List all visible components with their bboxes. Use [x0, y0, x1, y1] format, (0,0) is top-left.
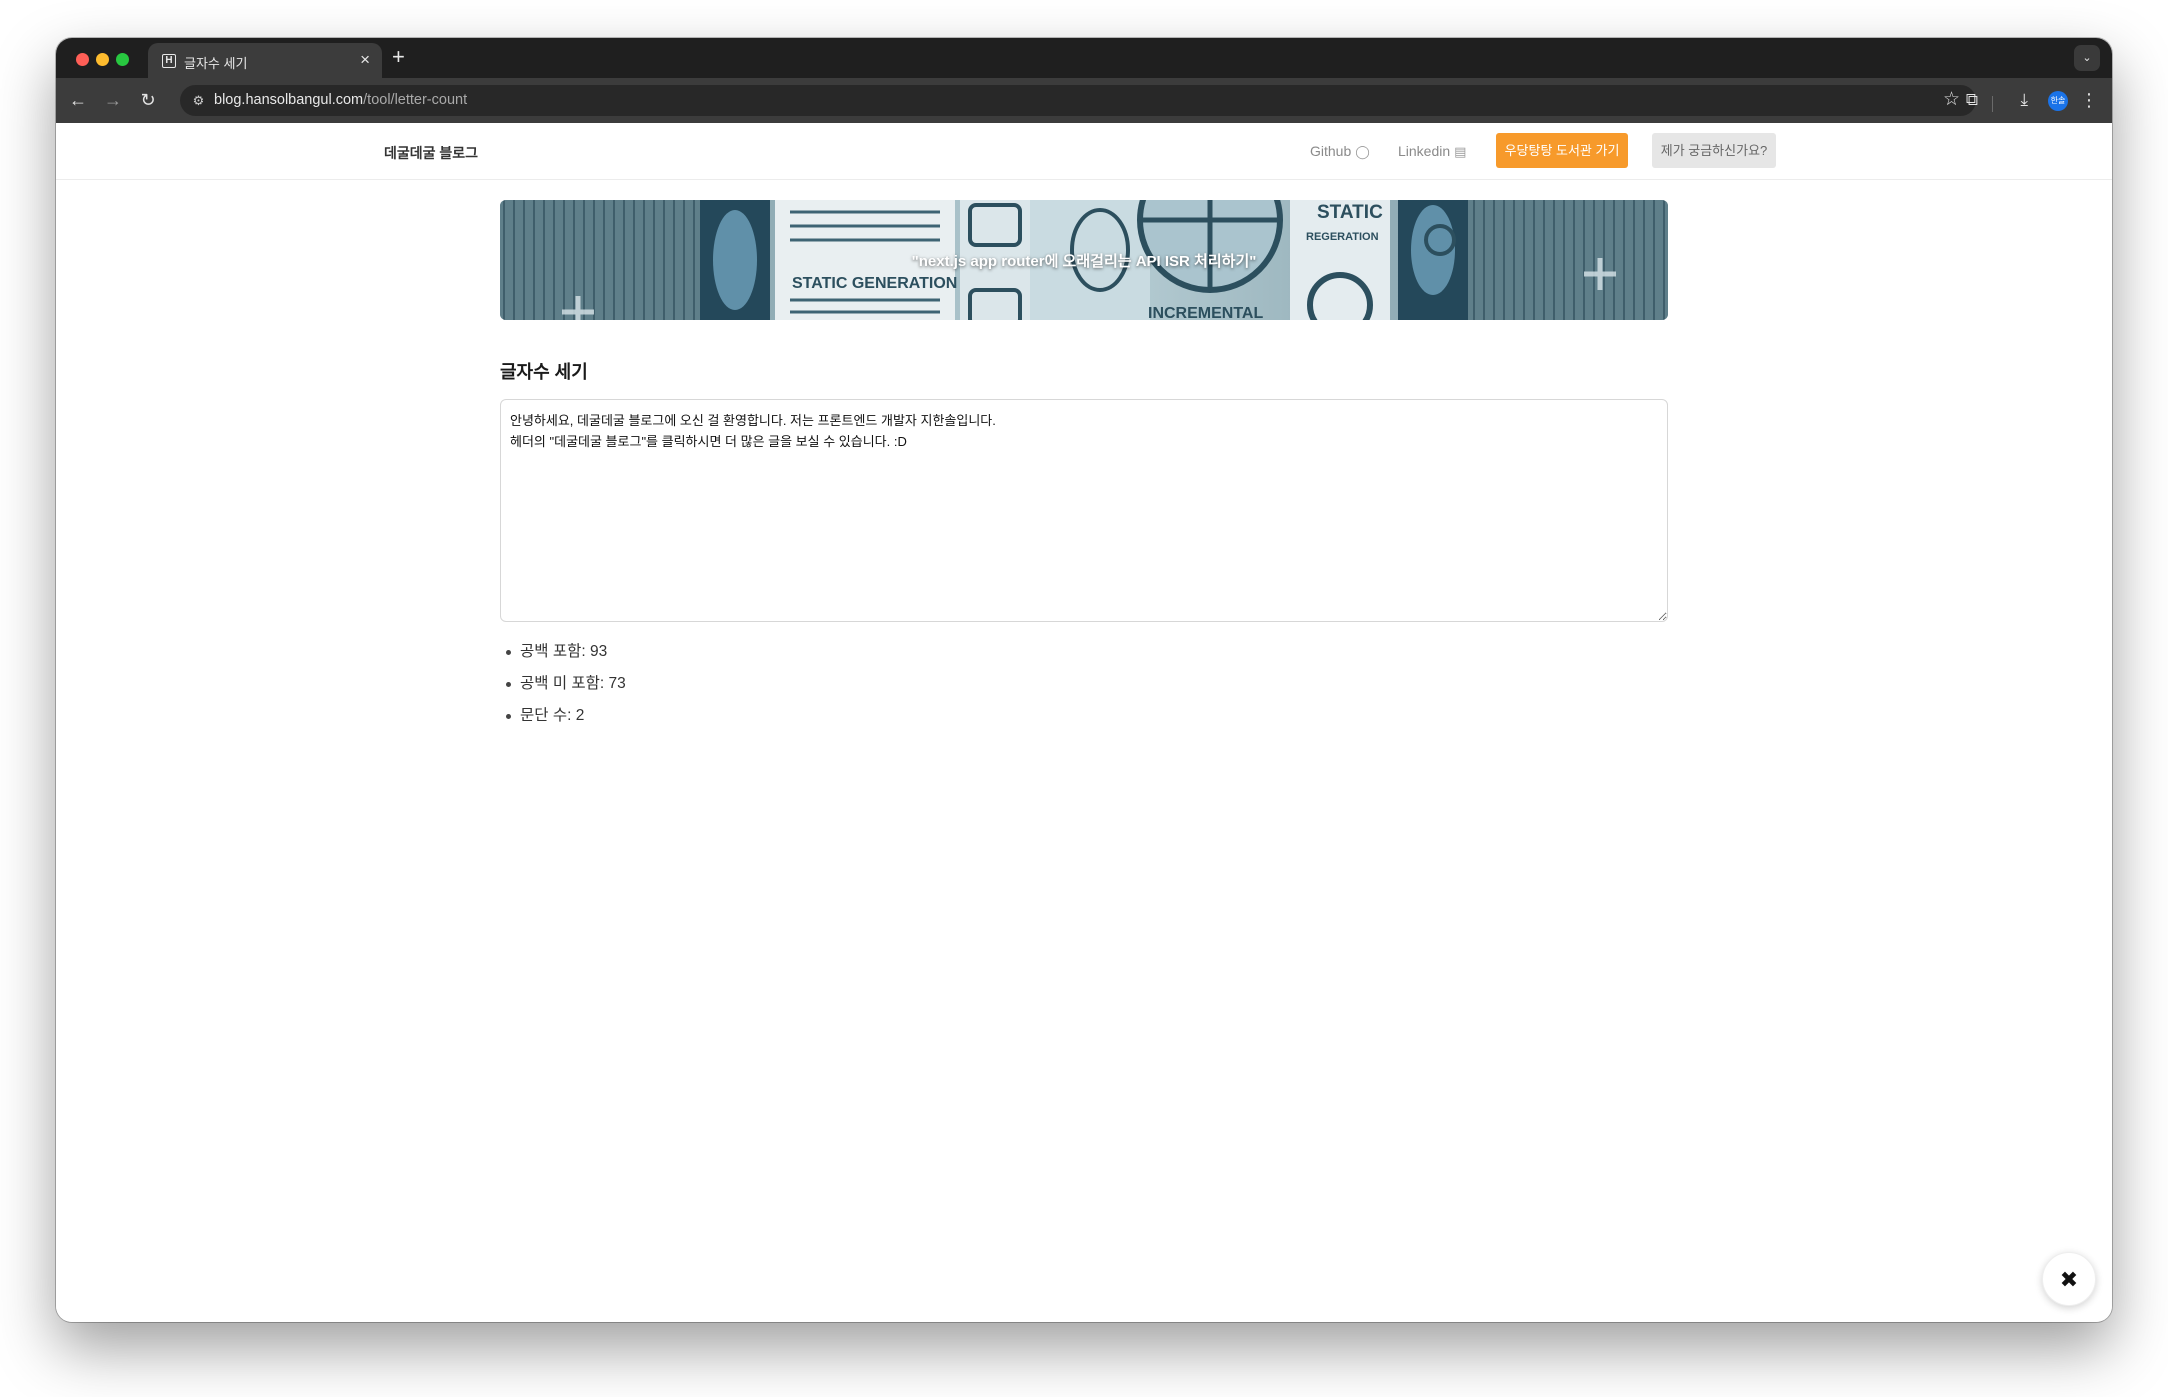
post-banner[interactable]: STATIC GENERATION STATIC REGERATION INCR…	[500, 200, 1668, 320]
forward-icon[interactable]: →	[101, 88, 125, 112]
tab-title: 글자수 세기	[184, 56, 248, 71]
menu-icon[interactable]: ⋮	[2080, 89, 2098, 111]
tab-search-icon[interactable]: ⌄	[2074, 45, 2100, 71]
new-tab-button[interactable]: +	[392, 46, 405, 68]
bookmark-star-icon[interactable]: ☆	[1943, 89, 1960, 111]
browser-window: H 글자수 세기 × + ⌄ ← → ↻ ⚙ blog.hansolbangul…	[56, 38, 2112, 1322]
reload-icon[interactable]: ↻	[136, 88, 160, 112]
tab-strip: H 글자수 세기 × + ⌄	[56, 38, 2112, 78]
banner-text-static-generation: STATIC GENERATION	[792, 275, 957, 292]
linkedin-link[interactable]: Linkedin ▤	[1398, 143, 1466, 160]
tools-icon[interactable]: ✖	[2042, 1252, 2096, 1306]
library-button[interactable]: 우당탕탕 도서관 가기	[1496, 133, 1628, 168]
blog-title-link[interactable]: 데굴데굴 블로그	[384, 143, 478, 163]
linkedin-label: Linkedin	[1398, 143, 1451, 159]
profile-avatar[interactable]: 한솔	[2048, 91, 2068, 111]
url-host: blog.hansolbangul.com	[214, 92, 364, 108]
github-label: Github	[1310, 143, 1352, 159]
address-bar[interactable]: ⚙ blog.hansolbangul.com/tool/letter-coun…	[180, 85, 1976, 116]
site-info-icon[interactable]: ⚙	[190, 92, 207, 109]
page-content: 데굴데굴 블로그 Github ◯ Linkedin ▤ 우당탕탕 도서관 가기 제…	[56, 123, 2112, 1322]
minimize-window-button[interactable]	[96, 53, 109, 66]
stat-paragraphs: 문단 수: 2	[500, 705, 626, 737]
browser-tab[interactable]: H 글자수 세기 ×	[148, 43, 382, 78]
toolbar-divider	[1992, 96, 1993, 112]
site-header: 데굴데굴 블로그 Github ◯ Linkedin ▤ 우당탕탕 도서관 가기 제…	[56, 123, 2112, 180]
linkedin-icon: ▤	[1454, 144, 1467, 159]
banner-text-static: STATIC	[1317, 202, 1383, 223]
github-link[interactable]: Github ◯	[1310, 143, 1370, 160]
question-button[interactable]: 제가 궁금하신가요?	[1652, 133, 1776, 168]
tool-title: 글자수 세기	[500, 362, 588, 382]
download-icon[interactable]: ⤓	[2020, 89, 2028, 111]
url-path: /tool/letter-count	[363, 92, 468, 108]
extensions-icon[interactable]: ⧉	[1966, 89, 1978, 111]
stat-without-spaces: 공백 미 포함: 73	[500, 673, 626, 705]
browser-toolbar: ← → ↻ ⚙ blog.hansolbangul.com/tool/lette…	[56, 78, 2112, 123]
github-icon: ◯	[1355, 144, 1370, 159]
favicon-icon: H	[162, 54, 176, 68]
banner-caption: "next.js app router에 오래걸리는 API ISR 처리하기"	[911, 253, 1257, 270]
banner-text-incremental: INCREMENTAL	[1148, 305, 1263, 320]
stat-with-spaces: 공백 포함: 93	[500, 641, 626, 673]
url-text: blog.hansolbangul.com/tool/letter-count	[214, 92, 467, 108]
stats-list: 공백 포함: 93 공백 미 포함: 73 문단 수: 2	[500, 641, 626, 737]
close-tab-icon[interactable]: ×	[360, 51, 370, 68]
banner-text-regeneration: REGERATION	[1306, 231, 1379, 243]
maximize-window-button[interactable]	[116, 53, 129, 66]
back-icon[interactable]: ←	[66, 88, 90, 112]
letter-count-textarea[interactable]	[500, 399, 1668, 622]
close-window-button[interactable]	[76, 53, 89, 66]
